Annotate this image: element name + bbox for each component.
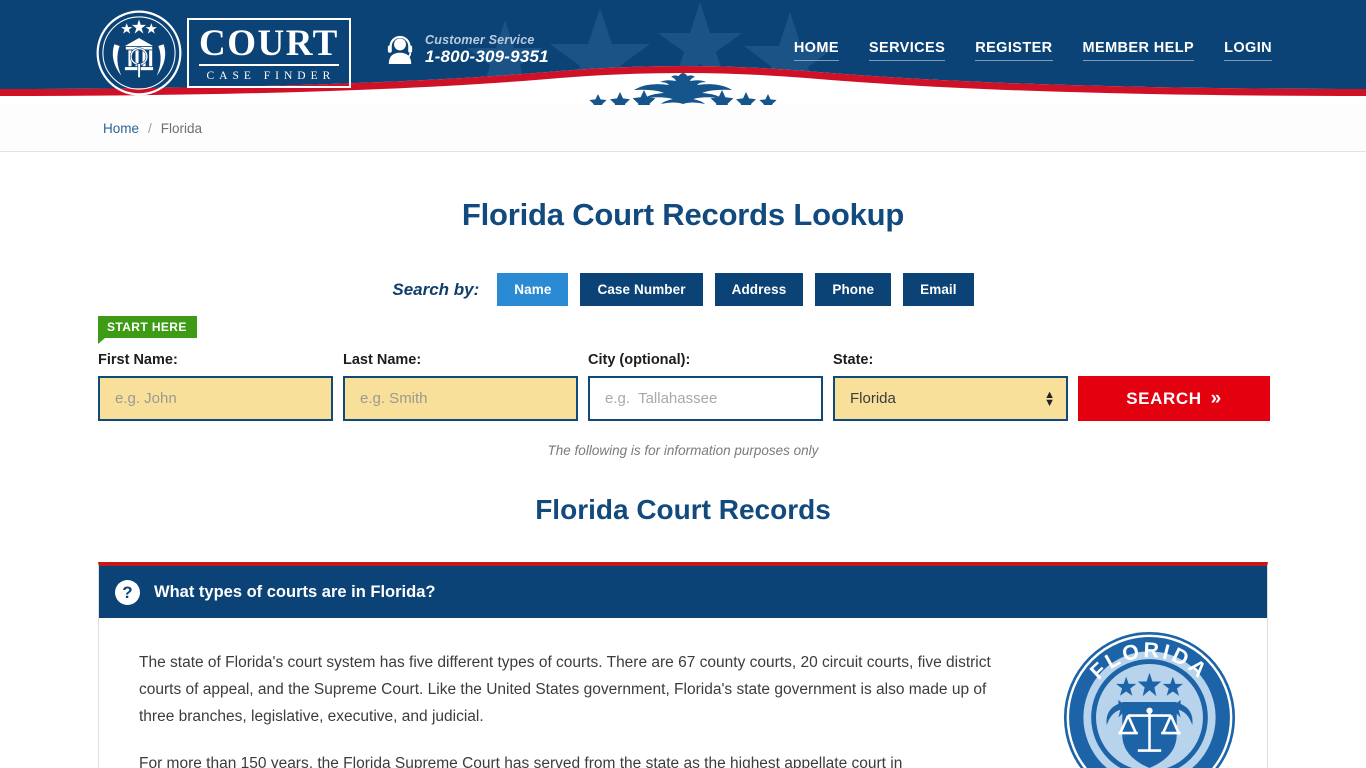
faq-question: What types of courts are in Florida? xyxy=(154,582,436,601)
faq-body: The state of Florida's court system has … xyxy=(99,618,1267,768)
search-button[interactable]: SEARCH » xyxy=(1078,376,1270,421)
florida-state-seal-icon: FLORIDA xyxy=(1063,631,1236,768)
logo-subtitle: CASE FINDER xyxy=(206,70,336,82)
faq-paragraph-1: The state of Florida's court system has … xyxy=(139,654,991,725)
faq-paragraph-2: For more than 150 years, the Florida Sup… xyxy=(139,754,903,768)
nav-item-services[interactable]: SERVICES xyxy=(868,40,946,61)
breadcrumb-current: Florida xyxy=(160,120,203,136)
faq-panel: ? What types of courts are in Florida? T… xyxy=(98,562,1268,768)
nav-item-member-help[interactable]: MEMBER HELP xyxy=(1082,40,1195,61)
disclaimer-text: The following is for information purpose… xyxy=(547,443,819,458)
tab-case-number[interactable]: Case Number xyxy=(580,273,703,306)
state-label: State: xyxy=(833,352,874,368)
section-title: Florida Court Records xyxy=(535,494,831,525)
first-name-label: First Name: xyxy=(98,352,178,368)
headset-support-icon xyxy=(387,36,413,65)
nav-item-login[interactable]: LOGIN xyxy=(1224,40,1272,61)
customer-service-phone[interactable]: 1-800-309-9351 xyxy=(425,47,549,67)
breadcrumb-home-link[interactable]: Home xyxy=(103,121,139,136)
breadcrumb: Home / Florida xyxy=(0,105,1366,152)
search-by-label: Search by: xyxy=(392,279,480,299)
first-name-input[interactable] xyxy=(98,376,333,421)
last-name-input[interactable] xyxy=(343,376,578,421)
search-by-tabs: Search by: Name Case Number Address Phon… xyxy=(0,273,1366,306)
double-chevron-right-icon: » xyxy=(1210,388,1222,409)
first-name-field-group: First Name: xyxy=(98,352,333,421)
logo-word: COURT xyxy=(199,23,339,66)
city-input[interactable] xyxy=(588,376,823,421)
tab-address[interactable]: Address xyxy=(714,273,804,306)
tab-email[interactable]: Email xyxy=(903,273,974,306)
last-name-label: Last Name: xyxy=(343,352,422,368)
court-seal-icon xyxy=(96,10,182,96)
site-logo[interactable]: COURT CASE FINDER xyxy=(95,8,351,98)
state-field-group: State: Florida ▲ ▼ xyxy=(833,352,1068,421)
search-form: START HERE First Name: Last Name: City (… xyxy=(98,316,1270,421)
page-title: Florida Court Records Lookup xyxy=(461,197,905,232)
faq-header[interactable]: ? What types of courts are in Florida? xyxy=(99,566,1267,618)
tab-phone[interactable]: Phone xyxy=(815,273,892,306)
customer-service-label: Customer Service xyxy=(425,33,535,47)
city-label: City (optional): xyxy=(588,352,691,368)
customer-service-block: Customer Service 1-800-309-9351 xyxy=(386,33,549,68)
main-navigation: HOME SERVICES REGISTER MEMBER HELP LOGIN xyxy=(793,40,1272,61)
breadcrumb-separator: / xyxy=(148,120,152,136)
main-content: Florida Court Records Lookup Search by: … xyxy=(0,152,1366,768)
search-button-label: SEARCH xyxy=(1126,388,1202,408)
question-mark-icon: ? xyxy=(115,579,140,605)
nav-item-register[interactable]: REGISTER xyxy=(975,40,1053,61)
tab-name[interactable]: Name xyxy=(497,273,569,306)
city-field-group: City (optional): xyxy=(588,352,823,421)
last-name-field-group: Last Name: xyxy=(343,352,578,421)
start-here-badge: START HERE xyxy=(98,316,197,344)
site-header: COURT CASE FINDER Customer Service 1-800… xyxy=(0,0,1366,105)
state-select[interactable]: Florida xyxy=(833,376,1068,421)
nav-item-home[interactable]: HOME xyxy=(793,40,839,61)
